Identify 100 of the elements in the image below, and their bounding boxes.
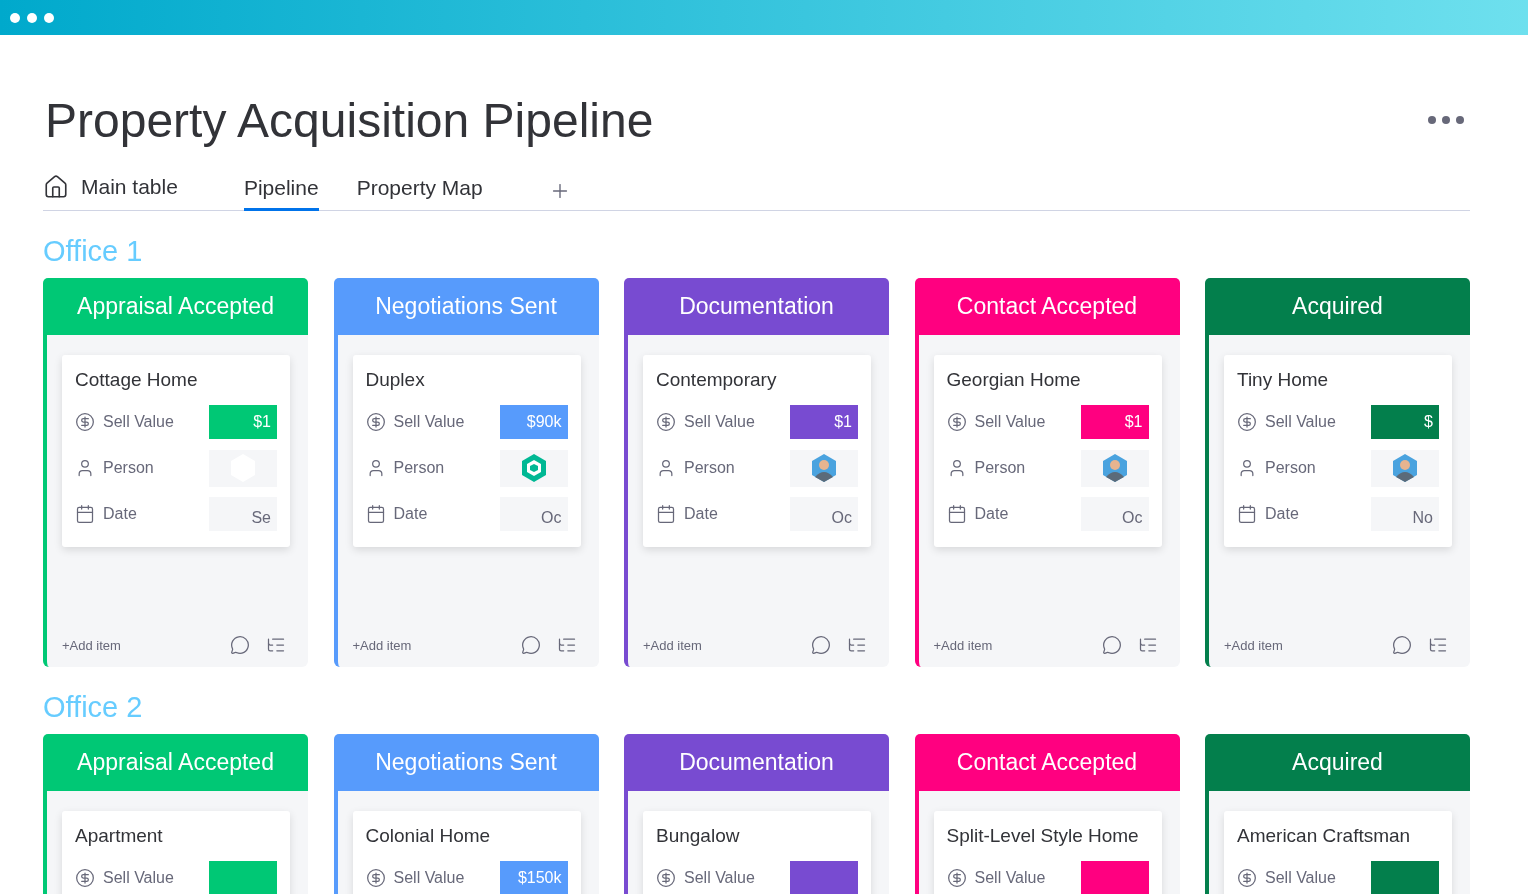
comment-icon[interactable] bbox=[811, 635, 831, 655]
sell-value-cell[interactable]: $1 bbox=[790, 405, 858, 439]
item-card[interactable]: American Craftsman Sell Value bbox=[1224, 811, 1452, 894]
date-cell[interactable]: Oc bbox=[790, 497, 858, 531]
card-title: Duplex bbox=[365, 369, 426, 391]
dollar-icon bbox=[365, 412, 386, 432]
person-cell[interactable] bbox=[499, 449, 568, 487]
item-card[interactable]: Duplex Sell Value $90k Person Date Oc bbox=[352, 355, 581, 547]
column-header: Negotiations Sent bbox=[333, 278, 599, 335]
window-dot[interactable] bbox=[27, 12, 37, 23]
item-card[interactable]: Apartment Sell Value bbox=[62, 811, 290, 894]
view-tab[interactable]: Property Map bbox=[356, 176, 483, 211]
sell-value-cell[interactable]: $1 bbox=[1080, 405, 1149, 439]
field-label: Sell Value bbox=[684, 869, 755, 887]
calendar-icon bbox=[656, 504, 676, 524]
dollar-icon bbox=[75, 868, 95, 888]
add-item-link[interactable]: +Add item bbox=[352, 637, 412, 653]
group-title: Office 1 bbox=[43, 235, 144, 268]
item-card[interactable]: Colonial Home Sell Value $150k bbox=[352, 811, 581, 894]
more-options-icon[interactable] bbox=[1428, 116, 1464, 124]
person-cell[interactable] bbox=[1371, 449, 1439, 487]
field-label: Date bbox=[393, 505, 428, 523]
field-label: Date bbox=[1265, 505, 1299, 523]
group-title: Office 2 bbox=[43, 691, 144, 724]
item-card[interactable]: Contemporary Sell Value $1 Person Date Oc bbox=[643, 355, 871, 547]
column-header: Contact Accepted bbox=[914, 734, 1180, 791]
add-item-link[interactable]: +Add item bbox=[1224, 637, 1283, 653]
calendar-icon bbox=[75, 504, 95, 524]
field-label: Sell Value bbox=[103, 413, 174, 431]
field-label: Sell Value bbox=[1265, 869, 1336, 887]
item-card[interactable]: Tiny Home Sell Value $ Person Date No bbox=[1224, 355, 1452, 547]
field-label: Sell Value bbox=[393, 413, 465, 431]
calendar-icon bbox=[1237, 504, 1257, 524]
column-header: Documentation bbox=[624, 734, 889, 791]
date-cell[interactable]: Oc bbox=[499, 497, 568, 531]
card-title: American Craftsman bbox=[1237, 825, 1412, 847]
avatar-icon bbox=[1100, 453, 1129, 483]
hexagon-logo-icon bbox=[519, 453, 548, 483]
card-title: Tiny Home bbox=[1237, 369, 1330, 391]
dollar-icon bbox=[1237, 412, 1257, 432]
sell-value-cell[interactable]: $90k bbox=[499, 405, 568, 439]
comment-icon[interactable] bbox=[1392, 635, 1412, 655]
field-label: Person bbox=[974, 459, 1026, 477]
sell-value-cell[interactable] bbox=[790, 861, 858, 894]
field-label: Sell Value bbox=[684, 413, 755, 431]
dollar-icon bbox=[1237, 868, 1257, 888]
sell-value-cell[interactable]: $ bbox=[1371, 405, 1439, 439]
view-tab[interactable]: Main table bbox=[43, 174, 178, 211]
field-label: Person bbox=[684, 459, 735, 477]
card-title: Split-Level Style Home bbox=[946, 825, 1140, 847]
item-card[interactable]: Split-Level Style Home Sell Value bbox=[933, 811, 1162, 894]
card-title: Apartment bbox=[75, 825, 164, 847]
add-item-link[interactable]: +Add item bbox=[643, 637, 702, 653]
add-item-link[interactable]: +Add item bbox=[62, 637, 121, 653]
field-label: Person bbox=[393, 459, 445, 477]
person-cell[interactable] bbox=[790, 449, 858, 487]
window-dot[interactable] bbox=[44, 12, 54, 23]
date-cell[interactable]: No bbox=[1371, 497, 1439, 531]
dollar-icon bbox=[365, 868, 386, 888]
board-title: Property Acquisition Pipeline bbox=[45, 92, 654, 148]
field-label: Sell Value bbox=[103, 869, 174, 887]
home-icon bbox=[43, 174, 69, 200]
item-card[interactable]: Bungalow Sell Value bbox=[643, 811, 871, 894]
card-title: Georgian Home bbox=[946, 369, 1082, 391]
column-header: Acquired bbox=[1205, 734, 1470, 791]
card-title: Contemporary bbox=[656, 369, 778, 391]
avatar-icon bbox=[810, 453, 838, 483]
field-label: Date bbox=[103, 505, 137, 523]
calendar-icon bbox=[365, 504, 386, 524]
dollar-icon bbox=[946, 412, 967, 432]
dollar-icon bbox=[75, 412, 95, 432]
sell-value-cell[interactable] bbox=[1371, 861, 1439, 894]
item-card[interactable]: Cottage Home Sell Value $1 Person Date Se bbox=[62, 355, 290, 547]
avatar-icon bbox=[1391, 453, 1419, 483]
item-card[interactable]: Georgian Home Sell Value $1 Person Date Oc bbox=[933, 355, 1162, 547]
field-label: Sell Value bbox=[1265, 413, 1336, 431]
field-label: Person bbox=[1265, 459, 1316, 477]
dollar-icon bbox=[656, 412, 676, 432]
field-label: Date bbox=[684, 505, 718, 523]
column-header: Contact Accepted bbox=[914, 278, 1180, 335]
comment-icon[interactable] bbox=[520, 635, 541, 655]
field-label: Sell Value bbox=[974, 869, 1046, 887]
window-dot[interactable] bbox=[10, 12, 20, 23]
view-tab[interactable]: Pipeline bbox=[243, 176, 319, 211]
card-title: Colonial Home bbox=[365, 825, 492, 847]
card-title: Bungalow bbox=[656, 825, 741, 847]
add-item-link[interactable]: +Add item bbox=[933, 637, 993, 653]
calendar-icon bbox=[946, 504, 967, 524]
column-header: Appraisal Accepted bbox=[43, 278, 308, 335]
comment-icon[interactable] bbox=[230, 635, 250, 655]
sell-value-cell[interactable] bbox=[209, 861, 277, 894]
field-label: Person bbox=[103, 459, 154, 477]
dollar-icon bbox=[656, 868, 676, 888]
date-cell[interactable]: Oc bbox=[1080, 497, 1149, 531]
sell-value-cell[interactable] bbox=[1080, 861, 1149, 894]
comment-icon[interactable] bbox=[1101, 635, 1122, 655]
dollar-icon bbox=[946, 868, 967, 888]
sell-value-cell[interactable]: $150k bbox=[499, 861, 568, 894]
person-cell[interactable] bbox=[1080, 449, 1149, 487]
date-cell[interactable]: Se bbox=[209, 497, 277, 531]
